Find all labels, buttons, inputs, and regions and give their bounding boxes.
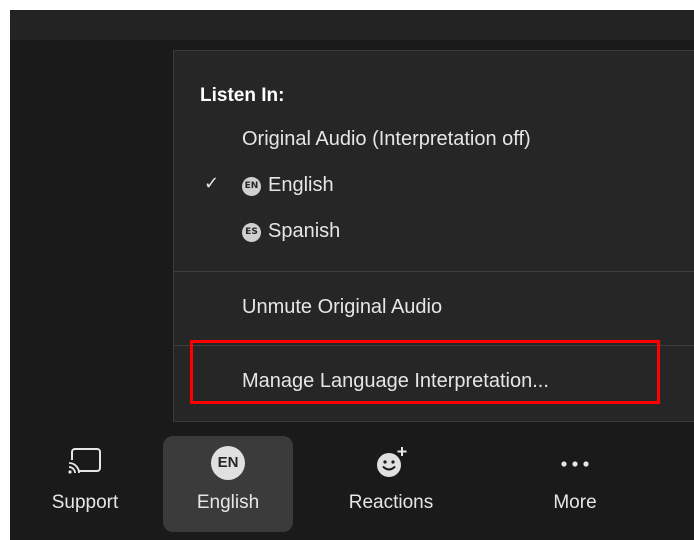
interpretation-menu: Listen In: Original Audio (Interpretatio… [173,50,694,422]
menu-item-label: Spanish [268,220,341,242]
language-en-icon: EN [211,446,245,480]
support-button[interactable]: Support [20,436,150,532]
more-label: More [553,492,597,513]
english-label: English [196,492,260,513]
menu-item-label: Manage Language Interpretation... [242,370,549,392]
menu-item-label: English [268,174,334,196]
reactions-label: Reactions [348,492,434,513]
listen-in-header: Listen In: [200,85,285,106]
menu-item-label: Unmute Original Audio [242,296,443,318]
menu-item-original-audio[interactable]: Original Audio (Interpretation off) [174,119,694,163]
english-language-badge-icon: EN [242,177,261,196]
menu-divider [174,271,694,272]
meeting-window: Listen In: Original Audio (Interpretatio… [10,10,694,540]
cast-screen-icon [67,446,103,481]
menu-divider [174,345,694,346]
more-button[interactable]: More [510,436,640,532]
menu-item-english[interactable]: ✓ EN English [174,165,694,209]
menu-item-label: Original Audio (Interpretation off) [242,128,531,150]
more-dots-icon [557,446,593,481]
menu-item-spanish[interactable]: ES Spanish [174,211,694,255]
support-label: Support [51,492,119,513]
reactions-button[interactable]: Reactions [326,436,456,532]
checkmark-icon: ✓ [204,173,220,193]
english-interpretation-button[interactable]: EN English [163,436,293,532]
menu-item-unmute-original-audio[interactable]: Unmute Original Audio [174,287,694,331]
add-reaction-icon [373,446,409,485]
video-area-edge [10,10,694,40]
meeting-toolbar: Support EN English Reactions More [10,426,694,540]
spanish-language-badge-icon: ES [242,223,261,242]
language-en-icon-text: EN [211,446,245,480]
menu-item-manage-language-interpretation[interactable]: Manage Language Interpretation... [174,361,694,405]
